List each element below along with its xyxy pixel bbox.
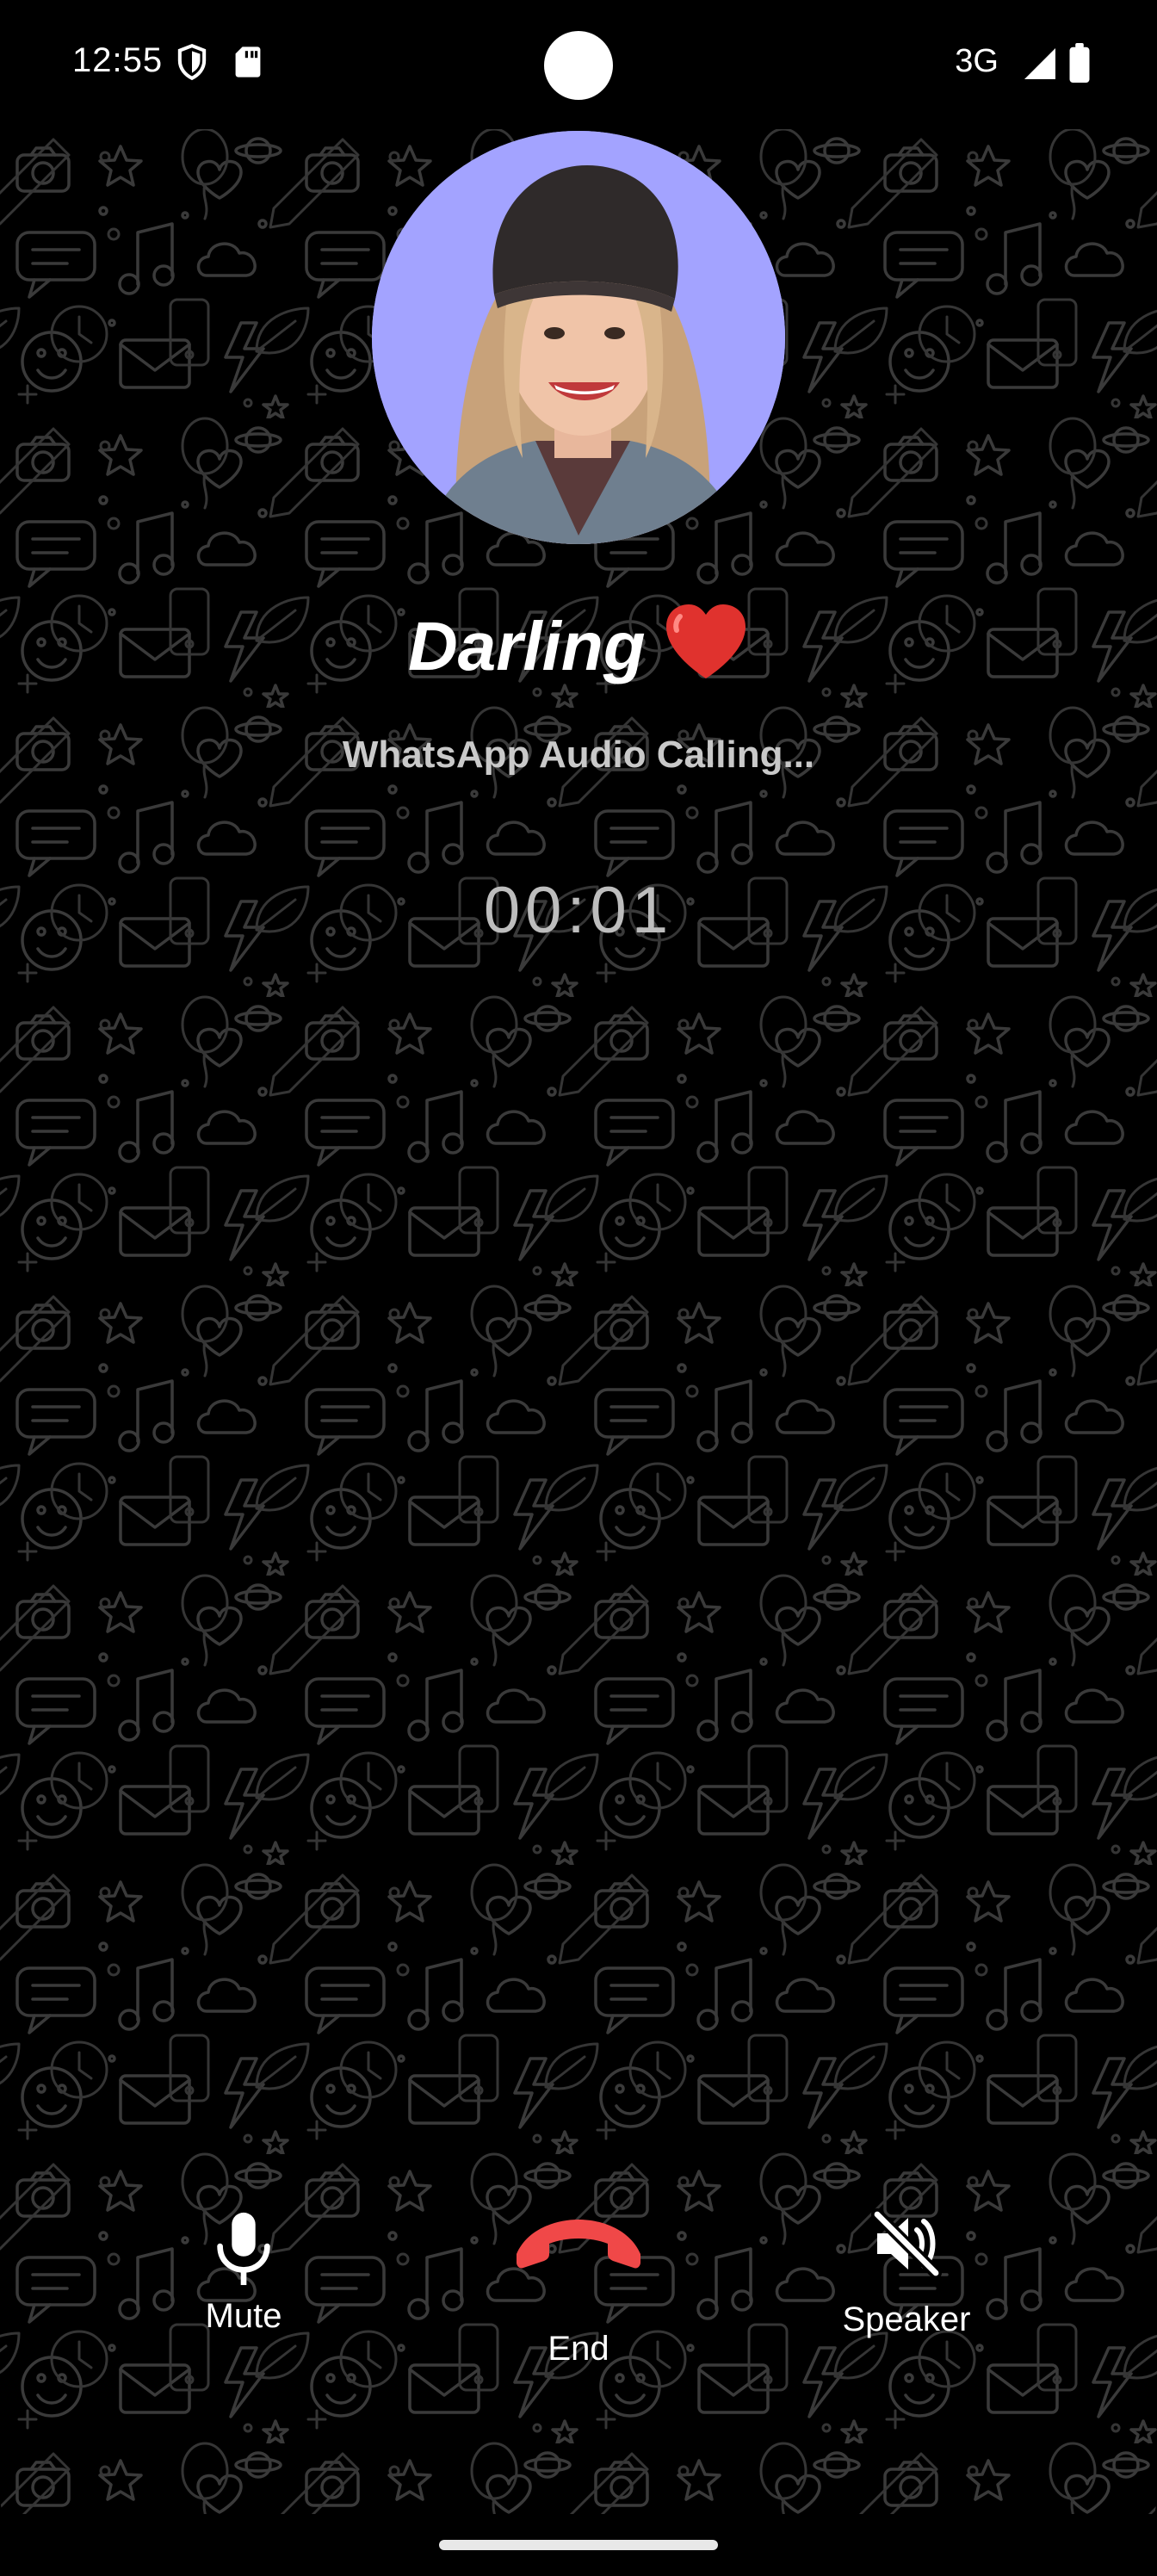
front-camera (544, 31, 613, 100)
speaker-label: Speaker (842, 2300, 971, 2338)
microphone-icon (209, 2209, 278, 2287)
speaker-muted-icon (870, 2208, 943, 2280)
call-status: WhatsApp Audio Calling... (342, 734, 815, 776)
network-type: 3G (955, 43, 999, 79)
end-label: End (548, 2330, 609, 2368)
end-call-button[interactable]: End (487, 2213, 670, 2369)
call-timer: 00:01 (483, 874, 674, 947)
end-call-icon (510, 2213, 647, 2273)
mute-label: Mute (205, 2297, 282, 2335)
battery-icon (1069, 43, 1090, 83)
signal-icon (1024, 48, 1055, 79)
contact-avatar (372, 131, 785, 544)
contact-name-row: Darling (0, 603, 1157, 686)
status-bar: 12:55 3G (0, 0, 1157, 129)
contact-name: Darling (407, 608, 646, 684)
sd-card-icon (235, 46, 261, 77)
contact-photo (372, 131, 785, 544)
speaker-button[interactable]: Speaker (820, 2208, 993, 2339)
heart-icon (666, 604, 746, 678)
home-indicator[interactable] (439, 2540, 718, 2550)
status-time: 12:55 (72, 41, 164, 79)
shield-icon (177, 43, 207, 81)
mute-button[interactable]: Mute (158, 2209, 330, 2336)
call-screen: 12:55 3G Darling WhatsApp Audio Calling.… (0, 0, 1157, 2576)
